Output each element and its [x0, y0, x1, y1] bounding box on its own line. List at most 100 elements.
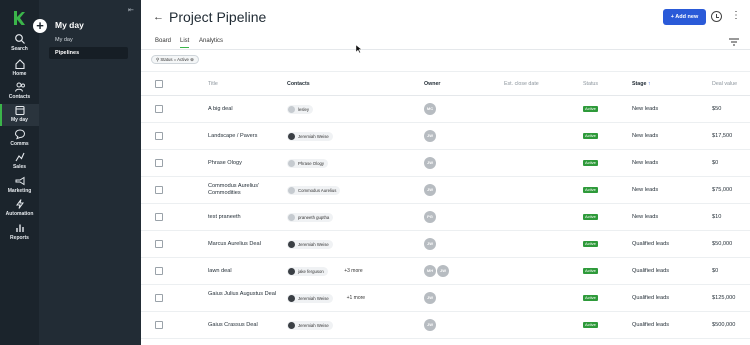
nav-item-label: Comms	[10, 141, 29, 147]
contact-avatar	[288, 267, 295, 275]
owner-avatar[interactable]: JW	[424, 319, 436, 331]
deal-title[interactable]: Marcus Aurelius Deal	[208, 241, 280, 248]
bar-chart-icon	[0, 222, 39, 234]
tab-list[interactable]: List	[180, 38, 190, 48]
tab-analytics[interactable]: Analytics	[199, 38, 223, 47]
deal-value: $17,500	[712, 133, 733, 139]
nav-item-my-day[interactable]: My day	[0, 104, 39, 126]
contact-chip[interactable]: Commodus Aurelius	[287, 185, 341, 195]
status-badge: Active	[583, 160, 598, 166]
contact-chip[interactable]: Jeremiah Weise	[287, 293, 333, 303]
table-header: Title Contacts Owner Est. close date Sta…	[141, 71, 750, 96]
more-contacts[interactable]: +1 more	[347, 295, 365, 301]
nav-rail: Search Home Contacts My day Comms Sales Market…	[0, 0, 39, 345]
owner-avatar[interactable]: MC	[424, 103, 436, 115]
deal-title[interactable]: Gaius Julius Augustus Deal	[208, 291, 280, 298]
nav-item-label: Automation	[5, 211, 34, 217]
page-title: Project Pipeline	[169, 9, 267, 25]
owner-avatar[interactable]: MH	[424, 265, 436, 277]
owner-avatar[interactable]: JW	[424, 292, 436, 304]
column-stage[interactable]: Stage ↑	[632, 81, 651, 87]
table-row[interactable]: lawn deal jake ferguson +3 more MH JW Active Q…	[141, 258, 750, 285]
logo-icon	[14, 11, 25, 25]
more-contacts[interactable]: +3 more	[344, 268, 362, 274]
table-row[interactable]: Gaius Crassus Deal Jeremiah Weise JW Active…	[141, 312, 750, 339]
row-checkbox[interactable]	[155, 294, 163, 302]
owner-avatar[interactable]: JW	[424, 130, 436, 142]
column-contacts[interactable]: Contacts	[287, 81, 310, 87]
column-owner[interactable]: Owner	[424, 81, 440, 87]
table-row[interactable]: test praneeth praneeth guptha PG Active New …	[141, 204, 750, 231]
nav-item-reports[interactable]: Reports	[0, 222, 39, 244]
contact-chip[interactable]: praneeth guptha	[287, 212, 334, 222]
deal-title[interactable]: lawn deal	[208, 268, 280, 275]
table-row[interactable]: A big deal lesley MC Active New leads $50	[141, 96, 750, 123]
status-badge: Active	[583, 214, 598, 220]
owner-avatar[interactable]: PG	[424, 211, 436, 223]
table-row[interactable]: Commodus Aurelius' Commodities Commodus A…	[141, 177, 750, 204]
table-row[interactable]: Landscape / Pavers Jeremiah Weise JW Active…	[141, 123, 750, 150]
nav-item-label: Home	[12, 71, 27, 77]
column-deal-value[interactable]: Deal value	[712, 81, 737, 87]
contact-chip[interactable]: Jeremiah Weise	[287, 239, 333, 249]
row-checkbox[interactable]	[155, 267, 163, 275]
deal-title[interactable]: A big deal	[208, 106, 280, 113]
nav-item-automation[interactable]: Automation	[0, 198, 39, 220]
deal-title[interactable]: Landscape / Pavers	[208, 133, 280, 140]
owner-avatar[interactable]: JW	[424, 184, 436, 196]
sidebar-link-my-day[interactable]: My day	[49, 34, 128, 46]
table-row[interactable]: Phrase Ology Phrase Ology JW Active New lead…	[141, 150, 750, 177]
deal-title[interactable]: Commodus Aurelius' Commodities	[208, 183, 280, 197]
filter-chip[interactable]: ⚲ Status = Active ⊗	[151, 55, 199, 64]
nav-item-contacts[interactable]: Contacts	[0, 81, 39, 103]
contact-chip[interactable]: lesley	[287, 104, 313, 114]
column-title[interactable]: Title	[208, 81, 218, 87]
collapse-sidebar-icon[interactable]: ⇤	[128, 6, 134, 14]
nav-item-home[interactable]: Home	[0, 58, 39, 80]
contact-avatar	[288, 240, 295, 248]
row-checkbox[interactable]	[155, 321, 163, 329]
nav-item-sales[interactable]: Sales	[0, 151, 39, 173]
contact-avatar	[288, 105, 295, 113]
contact-chip[interactable]: Jeremiah Weise	[287, 131, 333, 141]
contact-chip[interactable]: Jeremiah Weise	[287, 320, 333, 330]
tab-board[interactable]: Board	[155, 38, 171, 47]
filter-icon[interactable]	[729, 38, 739, 46]
add-new-button[interactable]: + Add new	[663, 9, 706, 25]
column-close-date[interactable]: Est. close date	[504, 81, 539, 87]
status-badge: Active	[583, 241, 598, 247]
owner-avatar[interactable]: JW	[437, 265, 449, 277]
table-row[interactable]: Marcus Aurelius Deal Jeremiah Weise JW Acti…	[141, 231, 750, 258]
sales-icon	[0, 151, 39, 163]
deal-value: $0	[712, 160, 719, 166]
deal-title[interactable]: Gaius Crassus Deal	[208, 322, 280, 329]
contact-name: Jeremiah Weise	[298, 295, 329, 301]
contact-chip[interactable]: Phrase Ology	[287, 158, 329, 168]
more-options-icon[interactable]: ⋮	[731, 10, 741, 21]
remove-filter-icon[interactable]: ⊗	[190, 57, 194, 62]
select-all-checkbox[interactable]	[155, 80, 163, 88]
row-checkbox[interactable]	[155, 132, 163, 140]
deal-title[interactable]: test praneeth	[208, 214, 280, 221]
owner-avatar[interactable]: JW	[424, 238, 436, 250]
home-icon	[0, 58, 39, 70]
owner-avatar[interactable]: JW	[424, 157, 436, 169]
nav-item-comms[interactable]: Comms	[0, 128, 39, 150]
table-row[interactable]: Gaius Julius Augustus Deal Jeremiah Weise…	[141, 285, 750, 312]
history-icon[interactable]	[711, 11, 722, 22]
row-checkbox[interactable]	[155, 159, 163, 167]
row-checkbox[interactable]	[155, 213, 163, 221]
stage-label: New leads	[632, 160, 659, 166]
row-checkbox[interactable]	[155, 186, 163, 194]
row-checkbox[interactable]	[155, 240, 163, 248]
nav-item-label: My day	[11, 117, 28, 123]
nav-item-marketing[interactable]: Marketing	[0, 175, 39, 197]
nav-item-search[interactable]: Search	[0, 33, 39, 55]
add-button[interactable]: +	[33, 19, 47, 33]
row-checkbox[interactable]	[155, 105, 163, 113]
back-arrow-icon[interactable]: ←	[153, 11, 164, 23]
deal-title[interactable]: Phrase Ology	[208, 160, 280, 167]
column-status[interactable]: Status	[583, 81, 598, 87]
contact-chip[interactable]: jake ferguson	[287, 266, 328, 276]
sidebar-link-pipelines[interactable]: Pipelines	[49, 47, 128, 59]
